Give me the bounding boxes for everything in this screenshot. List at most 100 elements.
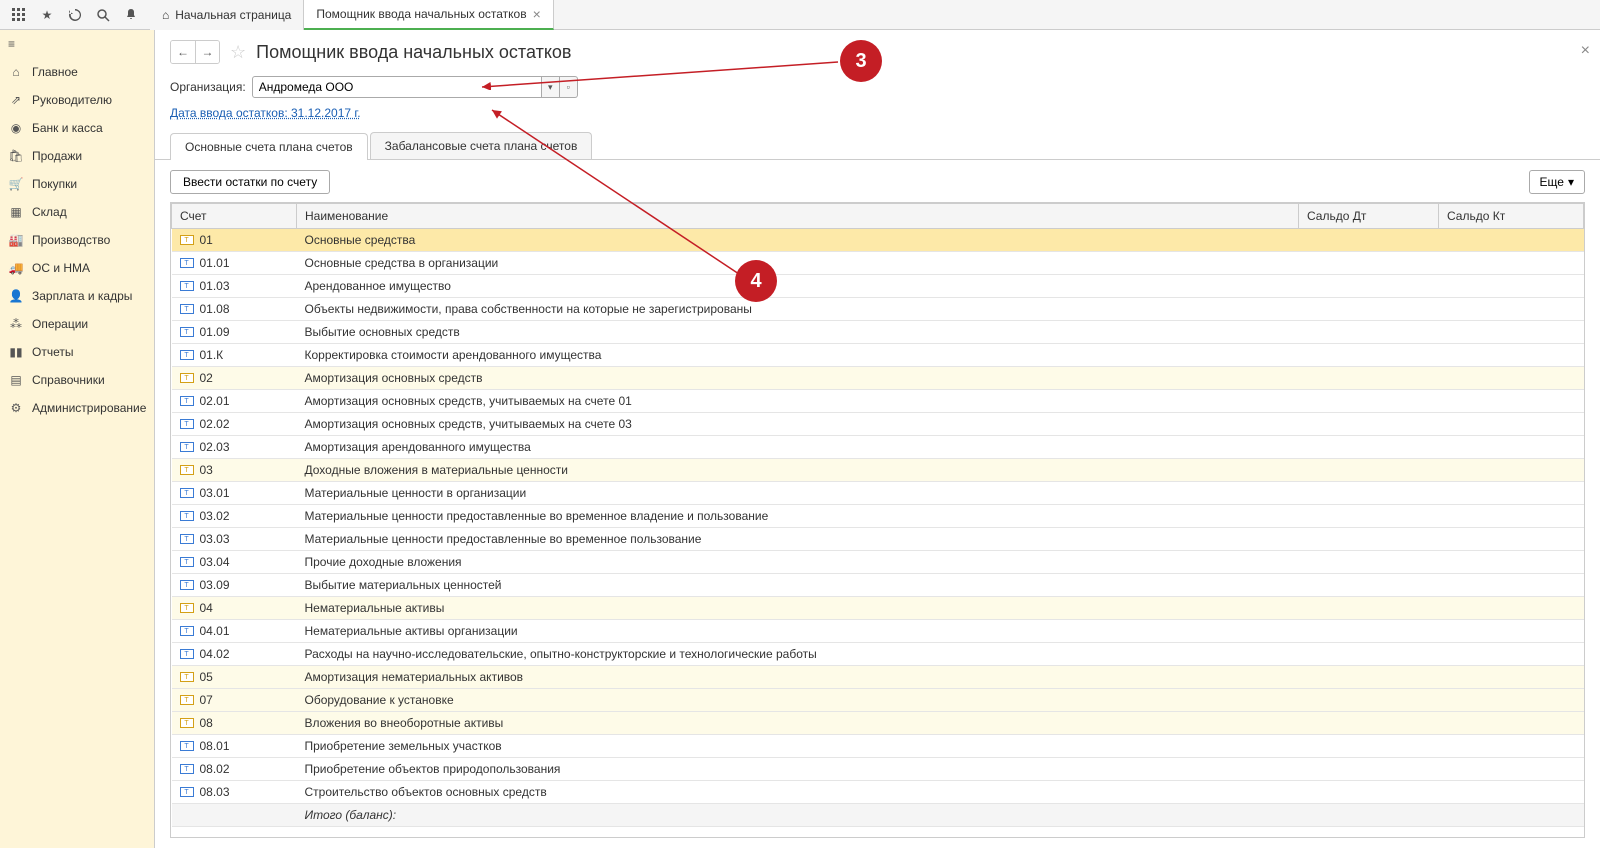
history-icon[interactable] <box>61 1 89 29</box>
sidebar-item-1[interactable]: ⇗Руководителю <box>0 86 154 114</box>
account-debit <box>1299 666 1439 689</box>
table-row[interactable]: T02.02 Амортизация основных средств, учи… <box>172 413 1584 436</box>
account-code: 03.04 <box>200 555 230 569</box>
th-account[interactable]: Счет <box>172 204 297 229</box>
table-row[interactable]: T01.К Корректировка стоимости арендованн… <box>172 344 1584 367</box>
account-credit <box>1439 735 1584 758</box>
account-name: Основные средства <box>297 229 1299 252</box>
tab-assistant[interactable]: Помощник ввода начальных остатков × <box>304 0 553 30</box>
table-row[interactable]: T08.02 Приобретение объектов природополь… <box>172 758 1584 781</box>
search-icon[interactable] <box>89 1 117 29</box>
more-button[interactable]: Еще ▾ <box>1529 170 1585 194</box>
table-row[interactable]: T03 Доходные вложения в материальные цен… <box>172 459 1584 482</box>
account-debit <box>1299 390 1439 413</box>
tab-close-icon[interactable]: × <box>533 7 541 21</box>
favorite-star-icon[interactable]: ☆ <box>230 42 246 63</box>
account-credit <box>1439 298 1584 321</box>
sidebar-item-label: Зарплата и кадры <box>32 289 132 303</box>
sidebar-item-label: Отчеты <box>32 345 73 359</box>
nav-forward-button[interactable]: → <box>195 41 219 63</box>
truck-icon: 🚚 <box>8 260 24 276</box>
tab-main-accounts[interactable]: Основные счета плана счетов <box>170 133 368 160</box>
account-name: Нематериальные активы <box>297 597 1299 620</box>
table-row[interactable]: T01.03 Арендованное имущество <box>172 275 1584 298</box>
account-credit <box>1439 712 1584 735</box>
account-credit <box>1439 367 1584 390</box>
table-row[interactable]: T01.01 Основные средства в организации <box>172 252 1584 275</box>
org-open-button[interactable]: ▫ <box>560 76 578 98</box>
org-dropdown-button[interactable]: ▾ <box>542 76 560 98</box>
nav-back-button[interactable]: ← <box>171 41 195 63</box>
table-row[interactable]: T08 Вложения во внеоборотные активы <box>172 712 1584 735</box>
apps-icon[interactable] <box>5 1 33 29</box>
account-icon: T <box>180 304 194 314</box>
tab-home[interactable]: ⌂ Начальная страница <box>150 0 304 30</box>
enter-balances-button[interactable]: Ввести остатки по счету <box>170 170 330 194</box>
sidebar-item-5[interactable]: ▦Склад <box>0 198 154 226</box>
account-credit <box>1439 413 1584 436</box>
account-credit <box>1439 229 1584 252</box>
sidebar-item-3[interactable]: 🛍Продажи <box>0 142 154 170</box>
star-icon[interactable]: ★ <box>33 1 61 29</box>
th-name[interactable]: Наименование <box>297 204 1299 229</box>
account-code: 02.02 <box>200 417 230 431</box>
account-credit <box>1439 436 1584 459</box>
account-name: Материальные ценности в организации <box>297 482 1299 505</box>
sidebar-item-0[interactable]: ⌂Главное <box>0 58 154 86</box>
table-row[interactable]: T05 Амортизация нематериальных активов <box>172 666 1584 689</box>
bell-icon[interactable] <box>117 1 145 29</box>
table-row[interactable]: T02.03 Амортизация арендованного имущест… <box>172 436 1584 459</box>
sidebar-item-4[interactable]: 🛒Покупки <box>0 170 154 198</box>
account-name: Приобретение объектов природопользования <box>297 758 1299 781</box>
sidebar-item-label: Главное <box>32 65 78 79</box>
table-row[interactable]: T08.03 Строительство объектов основных с… <box>172 781 1584 804</box>
sidebar-item-10[interactable]: ▮▮Отчеты <box>0 338 154 366</box>
close-page-icon[interactable]: × <box>1581 42 1590 60</box>
chevron-down-icon: ▾ <box>1568 175 1574 189</box>
account-debit <box>1299 344 1439 367</box>
sidebar-item-8[interactable]: 👤 Зарплата и кадры <box>0 282 154 310</box>
table-row[interactable]: T02.01 Амортизация основных средств, учи… <box>172 390 1584 413</box>
table-row[interactable]: T02 Амортизация основных средств <box>172 367 1584 390</box>
table-row[interactable]: T03.01 Материальные ценности в организац… <box>172 482 1584 505</box>
account-credit <box>1439 666 1584 689</box>
table-row[interactable]: T07 Оборудование к установке <box>172 689 1584 712</box>
sidebar-item-2[interactable]: ◉Банк и касса <box>0 114 154 142</box>
th-credit[interactable]: Сальдо Кт <box>1439 204 1584 229</box>
callout-4: 4 <box>735 260 777 302</box>
th-debit[interactable]: Сальдо Дт <box>1299 204 1439 229</box>
person-icon: 👤 <box>8 288 24 304</box>
sidebar-item-11[interactable]: ▤Справочники <box>0 366 154 394</box>
sidebar-item-9[interactable]: ⁂Операции <box>0 310 154 338</box>
account-credit <box>1439 551 1584 574</box>
table-row[interactable]: T01.09 Выбытие основных средств <box>172 321 1584 344</box>
sidebar-toggle-icon[interactable]: ≡ <box>0 30 154 58</box>
sidebar-item-12[interactable]: ⚙Администрирование <box>0 394 154 422</box>
table-row[interactable]: T03.09 Выбытие материальных ценностей <box>172 574 1584 597</box>
table-row[interactable]: T03.03 Материальные ценности предоставле… <box>172 528 1584 551</box>
table-row[interactable]: T04 Нематериальные активы <box>172 597 1584 620</box>
table-row[interactable]: T01 Основные средства <box>172 229 1584 252</box>
account-code: 04 <box>200 601 213 615</box>
date-balances-link[interactable]: Дата ввода остатков: 31.12.2017 г. <box>170 106 361 120</box>
account-debit <box>1299 298 1439 321</box>
org-input[interactable] <box>252 76 542 98</box>
account-icon: T <box>180 442 194 452</box>
table-row[interactable]: T03.02 Материальные ценности предоставле… <box>172 505 1584 528</box>
table-row[interactable]: T01.08 Объекты недвижимости, права собст… <box>172 298 1584 321</box>
account-name: Вложения во внеоборотные активы <box>297 712 1299 735</box>
account-code: 05 <box>200 670 213 684</box>
account-icon: T <box>180 373 194 383</box>
table-row[interactable]: T04.02 Расходы на научно-исследовательск… <box>172 643 1584 666</box>
cart-icon: 🛒 <box>8 176 24 192</box>
account-code: 08.03 <box>200 785 230 799</box>
table-row[interactable]: T08.01 Приобретение земельных участков <box>172 735 1584 758</box>
table-row[interactable]: T04.01 Нематериальные активы организации <box>172 620 1584 643</box>
sidebar-item-7[interactable]: 🚚ОС и НМА <box>0 254 154 282</box>
table-row[interactable]: T03.04 Прочие доходные вложения <box>172 551 1584 574</box>
tab-offbalance-accounts[interactable]: Забалансовые счета плана счетов <box>370 132 593 159</box>
account-debit <box>1299 528 1439 551</box>
account-code: 07 <box>200 693 213 707</box>
sidebar-item-6[interactable]: 🏭Производство <box>0 226 154 254</box>
account-debit <box>1299 252 1439 275</box>
